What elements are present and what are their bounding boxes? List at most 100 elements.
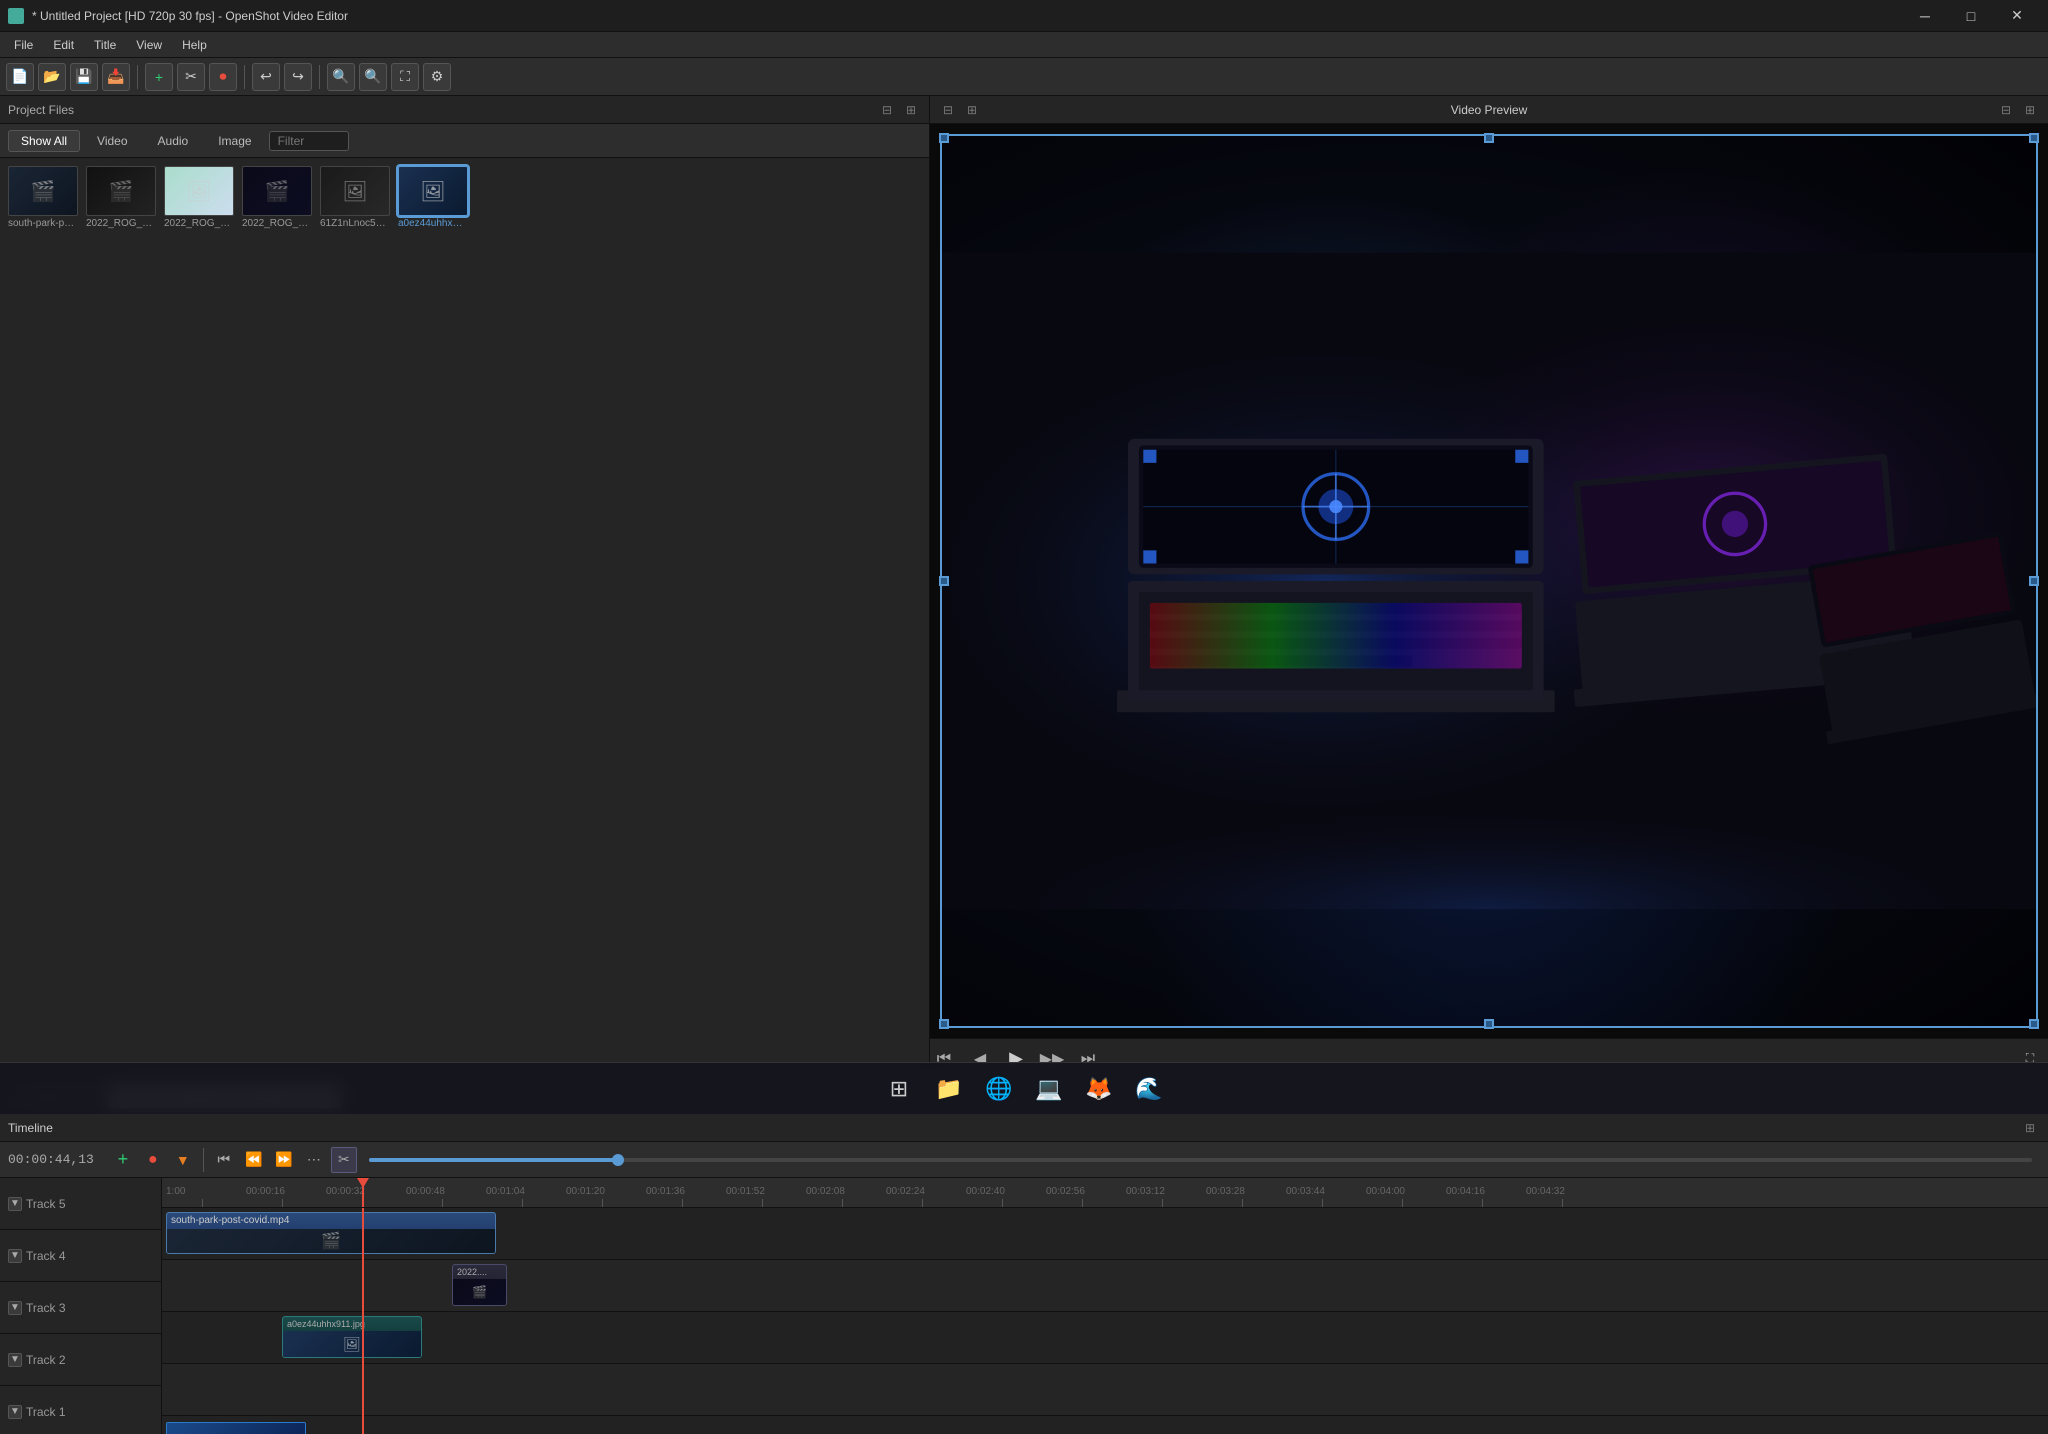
timeline-panel-icon[interactable]: ⊞: [2020, 1118, 2040, 1138]
title-bar-left: * Untitled Project [HD 720p 30 fps] - Op…: [8, 8, 348, 24]
selection-handle-br[interactable]: [2029, 1019, 2039, 1029]
window-title: * Untitled Project [HD 720p 30 fps] - Op…: [32, 9, 348, 23]
project-files-title: Project Files: [8, 103, 74, 117]
tl-razor[interactable]: ✂: [331, 1147, 357, 1173]
menu-bar: File Edit Title View Help: [0, 32, 2048, 58]
video-frame: [940, 134, 2038, 1028]
tl-next-next[interactable]: ⏩: [271, 1147, 297, 1173]
menu-title[interactable]: Title: [84, 36, 126, 54]
media-item-4[interactable]: 🎬 2022_ROG_Zeph...: [242, 166, 312, 229]
clip-track1-1[interactable]: audio: [166, 1422, 306, 1434]
clip-track4-1[interactable]: 2022.... 🎬: [452, 1264, 507, 1306]
new-button[interactable]: 📄: [6, 63, 34, 91]
taskbar-terminal[interactable]: 💻: [1027, 1067, 1071, 1111]
track-labels: ▼ Track 5 ▼ Track 4 ▼ Track 3 ▼ Track 2 …: [0, 1178, 162, 1434]
media-item-2[interactable]: 🎬 2022_ROG_Zeph...: [86, 166, 156, 229]
timeline-title: Timeline: [8, 1121, 53, 1135]
clip-track5-1[interactable]: south-park-post-covid.mp4 🎬: [166, 1212, 496, 1254]
video-panel-icon-3[interactable]: ⊟: [1996, 100, 2016, 120]
menu-edit[interactable]: Edit: [43, 36, 84, 54]
track-4-collapse[interactable]: ▼: [8, 1249, 22, 1263]
add-track-button[interactable]: +: [145, 63, 173, 91]
panel-icon-2[interactable]: ⊞: [901, 100, 921, 120]
filter-image[interactable]: Image: [205, 130, 264, 152]
menu-help[interactable]: Help: [172, 36, 217, 54]
menu-file[interactable]: File: [4, 36, 43, 54]
video-panel-icon-2[interactable]: ⊞: [962, 100, 982, 120]
selection-handle-bm[interactable]: [1484, 1019, 1494, 1029]
media-item-5[interactable]: 🖼 61Z1nLnoc5L_A...: [320, 166, 390, 229]
filter-video[interactable]: Video: [84, 130, 140, 152]
taskbar-explorer[interactable]: 📁: [927, 1067, 971, 1111]
timeline-toolbar: 00:00:44,13 + ● ▼ ⏮ ⏪ ⏩ ⋯ ✂: [0, 1142, 2048, 1178]
tl-skip-start[interactable]: ⏮: [211, 1147, 237, 1173]
tl-remove[interactable]: ●: [140, 1147, 166, 1173]
selection-handle-lm[interactable]: [939, 576, 949, 586]
menu-view[interactable]: View: [126, 36, 172, 54]
toolbar-sep-3: [319, 65, 320, 89]
selection-handle-tr[interactable]: [2029, 133, 2039, 143]
video-panel-icon-1[interactable]: ⊟: [938, 100, 958, 120]
settings-button[interactable]: ⚙: [423, 63, 451, 91]
panel-icon-1[interactable]: ⊟: [877, 100, 897, 120]
track-4-name: Track 4: [26, 1249, 66, 1263]
taskbar-ocean[interactable]: 🌊: [1127, 1067, 1171, 1111]
track-5-collapse[interactable]: ▼: [8, 1197, 22, 1211]
record-button[interactable]: ⏺: [209, 63, 237, 91]
taskbar-start[interactable]: ⊞: [877, 1067, 921, 1111]
timeline-slider-thumb[interactable]: [612, 1154, 624, 1166]
close-button[interactable]: ✕: [1994, 0, 2040, 32]
selection-handle-tl[interactable]: [939, 133, 949, 143]
media-label-2: 2022_ROG_Zeph...: [86, 218, 156, 229]
save-button[interactable]: 💾: [70, 63, 98, 91]
taskbar: ⊞ 📁 🌐 💻 🦊 🌊: [0, 1062, 2048, 1114]
timeline-header-icons: ⊞: [2020, 1118, 2040, 1138]
track-label-2: ▼ Track 2: [0, 1334, 161, 1386]
clip-track3-1[interactable]: a0ez44uhhx911.jpg 🖼: [282, 1316, 422, 1358]
zoom-out-button[interactable]: 🔍: [359, 63, 387, 91]
filter-tabs: Show All Video Audio Image: [0, 124, 929, 158]
tl-center[interactable]: ⋯: [301, 1147, 327, 1173]
media-label-1: south-park-post...: [8, 218, 78, 229]
maximize-button[interactable]: □: [1948, 0, 1994, 32]
full-screen-button[interactable]: ⛶: [391, 63, 419, 91]
clip-track1-1-content: audio: [167, 1423, 305, 1434]
project-files-header: Project Files ⊟ ⊞: [0, 96, 929, 124]
taskbar-browser[interactable]: 🌐: [977, 1067, 1021, 1111]
zoom-in-button[interactable]: 🔍: [327, 63, 355, 91]
media-item-1[interactable]: 🎬 south-park-post...: [8, 166, 78, 229]
selection-handle-bl[interactable]: [939, 1019, 949, 1029]
media-thumb-1: 🎬: [8, 166, 78, 216]
tl-prev[interactable]: ⏪: [241, 1147, 267, 1173]
taskbar-firefox[interactable]: 🦊: [1077, 1067, 1121, 1111]
selection-handle-rm[interactable]: [2029, 576, 2039, 586]
selection-handle-tm[interactable]: [1484, 133, 1494, 143]
right-panel: ⊟ ⊞ Video Preview ⊟ ⊞: [930, 96, 2048, 1078]
tl-add-track[interactable]: +: [110, 1147, 136, 1173]
ruler-marks-container: 1:00 00:00:16 00:00:32 00:00:48 00:01:04…: [162, 1178, 2048, 1207]
track-3-collapse[interactable]: ▼: [8, 1301, 22, 1315]
main-layout: Project Files ⊟ ⊞ Show All Video Audio I…: [0, 96, 2048, 1078]
tl-arrow[interactable]: ▼: [170, 1147, 196, 1173]
track-row-4: 2022.... 🎬: [162, 1260, 2048, 1312]
edit-button[interactable]: ✂: [177, 63, 205, 91]
open-button[interactable]: 📂: [38, 63, 66, 91]
filter-input[interactable]: [269, 131, 349, 151]
redo-button[interactable]: ↪: [284, 63, 312, 91]
filter-audio[interactable]: Audio: [145, 130, 202, 152]
minimize-button[interactable]: ─: [1902, 0, 1948, 32]
media-thumb-3: 🖼: [164, 166, 234, 216]
media-item-6[interactable]: 🖼 a0ez44uhhx911_...: [398, 166, 468, 229]
track-label-4: ▼ Track 4: [0, 1230, 161, 1282]
media-item-3[interactable]: 🖼 2022_ROG_Zeph...: [164, 166, 234, 229]
undo-button[interactable]: ↩: [252, 63, 280, 91]
track-2-collapse[interactable]: ▼: [8, 1353, 22, 1367]
filter-show-all[interactable]: Show All: [8, 130, 80, 152]
track-3-name: Track 3: [26, 1301, 66, 1315]
track-1-collapse[interactable]: ▼: [8, 1405, 22, 1419]
video-header-right-icons: ⊟ ⊞: [1996, 100, 2040, 120]
video-panel-icon-4[interactable]: ⊞: [2020, 100, 2040, 120]
import-button[interactable]: 📥: [102, 63, 130, 91]
media-label-3: 2022_ROG_Zeph...: [164, 218, 234, 229]
timeline-zoom-slider[interactable]: [369, 1158, 2032, 1162]
